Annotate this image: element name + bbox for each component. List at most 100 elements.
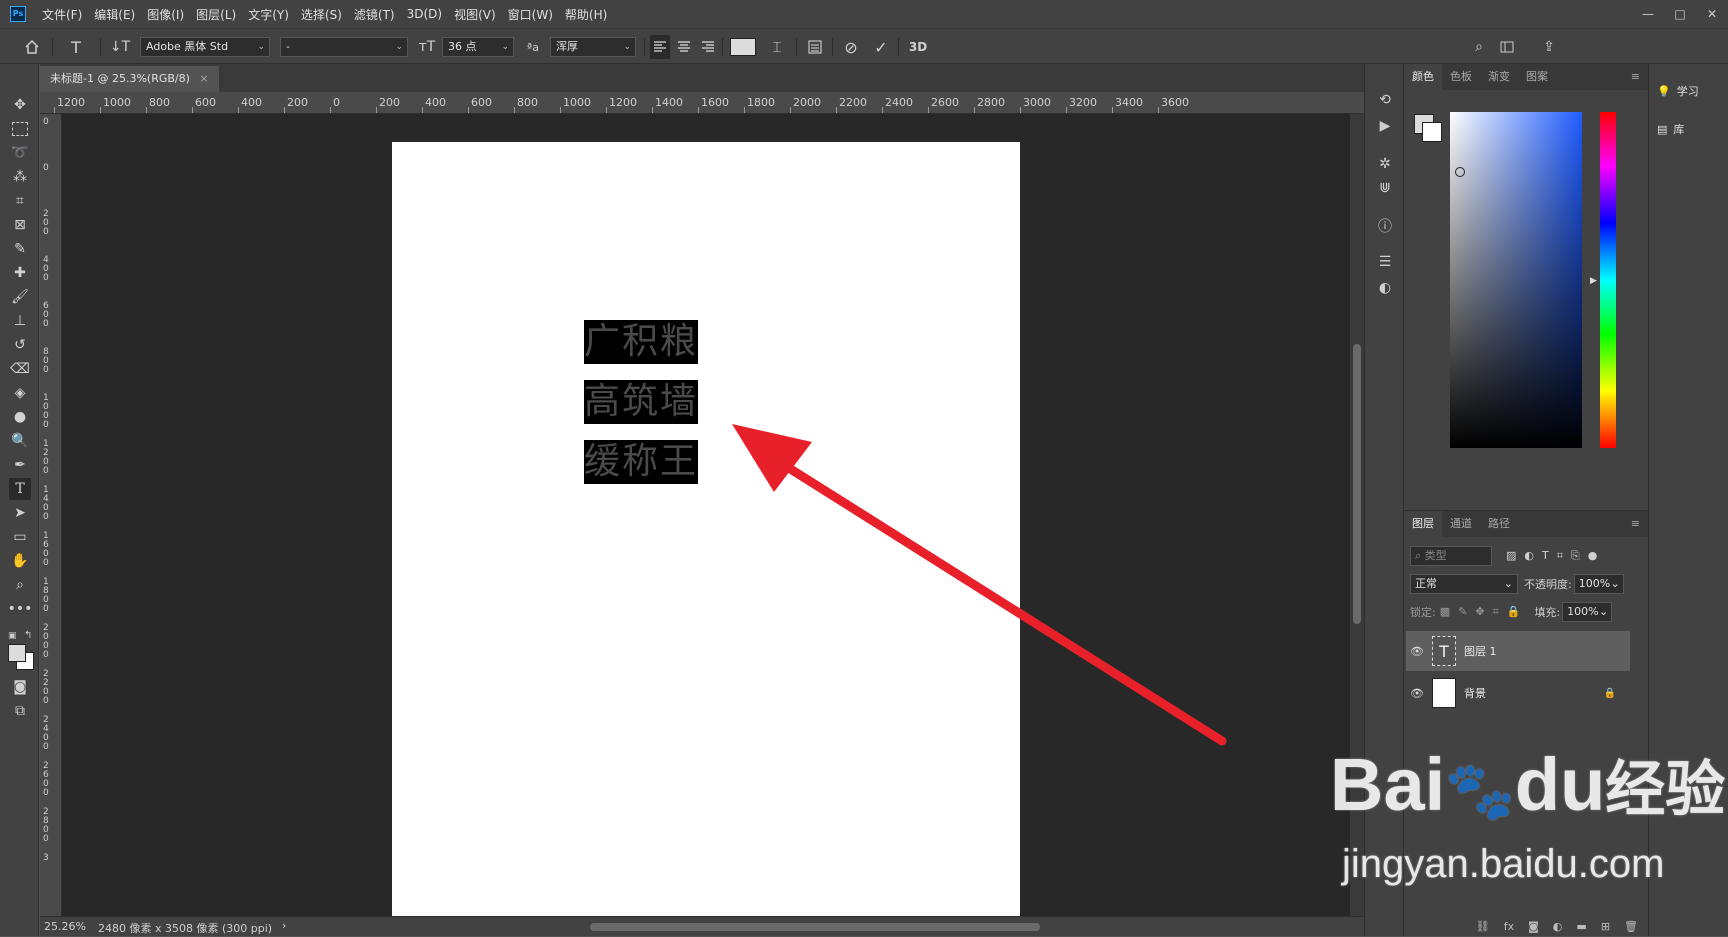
type-tool-preset-icon[interactable]: T <box>62 35 90 59</box>
zoom-tool-icon[interactable]: ⌕ <box>9 574 31 596</box>
menu-edit[interactable]: 编辑(E) <box>88 6 141 23</box>
move-tool-icon[interactable]: ✥ <box>9 94 31 116</box>
layers-panel-menu-icon[interactable]: ≡ <box>1623 511 1648 537</box>
warp-text-icon[interactable]: ⌶ <box>766 35 788 59</box>
pen-tool-icon[interactable]: ✒ <box>9 454 31 476</box>
tab-gradients[interactable]: 渐变 <box>1480 64 1518 90</box>
foreground-color-swatch[interactable] <box>8 644 26 662</box>
dodge-tool-icon[interactable]: 🔍 <box>9 430 31 452</box>
hue-pointer-icon[interactable]: ▶ <box>1590 276 1597 286</box>
search-icon[interactable]: ⌕ <box>1468 35 1490 59</box>
marquee-tool-icon[interactable] <box>9 118 31 140</box>
character-panel-icon[interactable] <box>804 35 826 59</box>
visibility-eye-icon[interactable]: 👁 <box>1406 645 1428 658</box>
brush-tool-icon[interactable]: 🖌 <box>9 286 31 308</box>
minimize-button[interactable]: — <box>1632 3 1664 25</box>
menu-window[interactable]: 窗口(W) <box>502 6 559 23</box>
history-brush-tool-icon[interactable]: ↺ <box>9 334 31 356</box>
fill-field[interactable]: 100% ⌄ <box>1562 602 1613 622</box>
info-icon[interactable]: ⓘ <box>1373 214 1397 238</box>
color-picker-cursor[interactable] <box>1455 167 1465 177</box>
healing-brush-tool-icon[interactable]: ✚ <box>9 262 31 284</box>
tab-paths[interactable]: 路径 <box>1480 511 1518 537</box>
menu-filter[interactable]: 滤镜(T) <box>348 6 401 23</box>
font-size-select[interactable]: 36 点 ⌄ <box>442 37 514 57</box>
magic-wand-tool-icon[interactable]: ⁂ <box>9 166 31 188</box>
menu-file[interactable]: 文件(F) <box>36 6 88 23</box>
tab-patterns[interactable]: 图案 <box>1518 64 1556 90</box>
brushes-icon[interactable]: ⋓ <box>1373 176 1397 200</box>
eyedropper-tool-icon[interactable]: ✎ <box>9 238 31 260</box>
anti-alias-select[interactable]: 浑厚 ⌄ <box>550 37 636 57</box>
3d-button[interactable]: 3D <box>904 35 932 59</box>
font-family-select[interactable]: Adobe 黑体 Std ⌄ <box>140 37 270 57</box>
share-icon[interactable]: ⇪ <box>1538 35 1560 59</box>
eraser-tool-icon[interactable]: ⌫ <box>9 358 31 380</box>
layer-name[interactable]: 背景 <box>1464 685 1486 701</box>
canvas-area[interactable]: 广积粮 高筑墙 缓称王 <box>62 114 1350 916</box>
lasso-tool-icon[interactable]: ➰ <box>9 142 31 164</box>
maximize-button[interactable]: □ <box>1664 3 1696 25</box>
cancel-icon[interactable]: ⊘ <box>840 35 862 59</box>
brush-settings-icon[interactable]: ✲ <box>1373 152 1397 176</box>
layer-row[interactable]: 👁 背景 🔒 <box>1406 673 1630 713</box>
close-tab-icon[interactable]: × <box>199 72 208 85</box>
horizontal-scroll-thumb[interactable] <box>590 923 1040 931</box>
menu-image[interactable]: 图像(I) <box>141 6 190 23</box>
more-tools-icon[interactable]: ••• <box>8 598 33 620</box>
text-color-swatch[interactable] <box>730 35 756 59</box>
clone-stamp-tool-icon[interactable]: ⊥ <box>9 310 31 332</box>
panel-menu-icon[interactable]: ≡ <box>1623 64 1648 90</box>
commit-icon[interactable]: ✓ <box>870 35 892 59</box>
paint-bucket-tool-icon[interactable]: ◈ <box>9 382 31 404</box>
crop-tool-icon[interactable]: ⌗ <box>9 190 31 212</box>
opacity-field[interactable]: 100% ⌄ <box>1573 574 1624 594</box>
align-center-icon[interactable] <box>674 35 694 59</box>
tab-channels[interactable]: 通道 <box>1442 511 1480 537</box>
color-picker-field[interactable] <box>1450 112 1582 448</box>
hue-slider[interactable] <box>1600 112 1616 448</box>
align-right-icon[interactable] <box>698 35 718 59</box>
vertical-scroll-thumb[interactable] <box>1353 344 1361 624</box>
align-left-icon[interactable] <box>650 35 670 59</box>
workspace-icon[interactable] <box>1496 35 1518 59</box>
frame-tool-icon[interactable]: ⊠ <box>9 214 31 236</box>
tab-color[interactable]: 颜色 <box>1404 64 1442 90</box>
menu-view[interactable]: 视图(V) <box>448 6 502 23</box>
font-style-select[interactable]: - ⌄ <box>280 37 408 57</box>
adjustments-icon[interactable]: ◐ <box>1373 276 1397 300</box>
menu-type[interactable]: 文字(Y) <box>242 6 295 23</box>
blur-tool-icon[interactable]: ● <box>9 406 31 428</box>
layer-name[interactable]: 图层 1 <box>1464 643 1497 659</box>
history-icon[interactable]: ⟲ <box>1373 88 1397 112</box>
menu-layer[interactable]: 图层(L) <box>190 6 242 23</box>
swap-colors-icon[interactable]: ↰ <box>24 630 32 641</box>
layer-row[interactable]: 👁 T 图层 1 <box>1406 631 1630 671</box>
hand-tool-icon[interactable]: ✋ <box>9 550 31 572</box>
layer-filter-icons[interactable]: ▨◐T⌗⎘● <box>1506 549 1605 563</box>
home-icon[interactable] <box>20 35 44 59</box>
toggle-text-orientation-icon[interactable]: ↓T <box>108 35 132 59</box>
libraries-button[interactable]: ▤ 库 <box>1657 116 1684 142</box>
shape-tool-icon[interactable]: ▭ <box>9 526 31 548</box>
status-info-menu-icon[interactable]: › <box>282 919 286 932</box>
path-selection-tool-icon[interactable]: ➤ <box>9 502 31 524</box>
layer-filter-select[interactable]: ⌕ 类型 <box>1410 546 1492 566</box>
learn-button[interactable]: 💡 学习 <box>1657 78 1699 104</box>
quick-mask-icon[interactable]: ◙ <box>9 676 31 698</box>
color-panel-background-swatch[interactable] <box>1422 122 1442 142</box>
lock-icons[interactable]: ▩✎✥⌗🔒 <box>1440 605 1529 619</box>
visibility-eye-icon[interactable]: 👁 <box>1406 687 1428 700</box>
tab-swatches[interactable]: 色板 <box>1442 64 1480 90</box>
menu-select[interactable]: 选择(S) <box>295 6 348 23</box>
close-window-button[interactable]: ✕ <box>1696 3 1728 25</box>
actions-play-icon[interactable]: ▶ <box>1373 114 1397 138</box>
blend-mode-select[interactable]: 正常 ⌄ <box>1410 574 1518 594</box>
screen-mode-icon[interactable]: ⧉ <box>9 700 31 722</box>
menu-help[interactable]: 帮助(H) <box>559 6 613 23</box>
document-tab[interactable]: 未标题-1 @ 25.3%(RGB/8) × <box>40 66 219 92</box>
zoom-level[interactable]: 25.26% <box>44 920 86 933</box>
menu-3d[interactable]: 3D(D) <box>401 7 448 21</box>
properties-icon[interactable]: ☰ <box>1373 250 1397 274</box>
default-colors-icon[interactable]: ▣ <box>8 631 18 641</box>
